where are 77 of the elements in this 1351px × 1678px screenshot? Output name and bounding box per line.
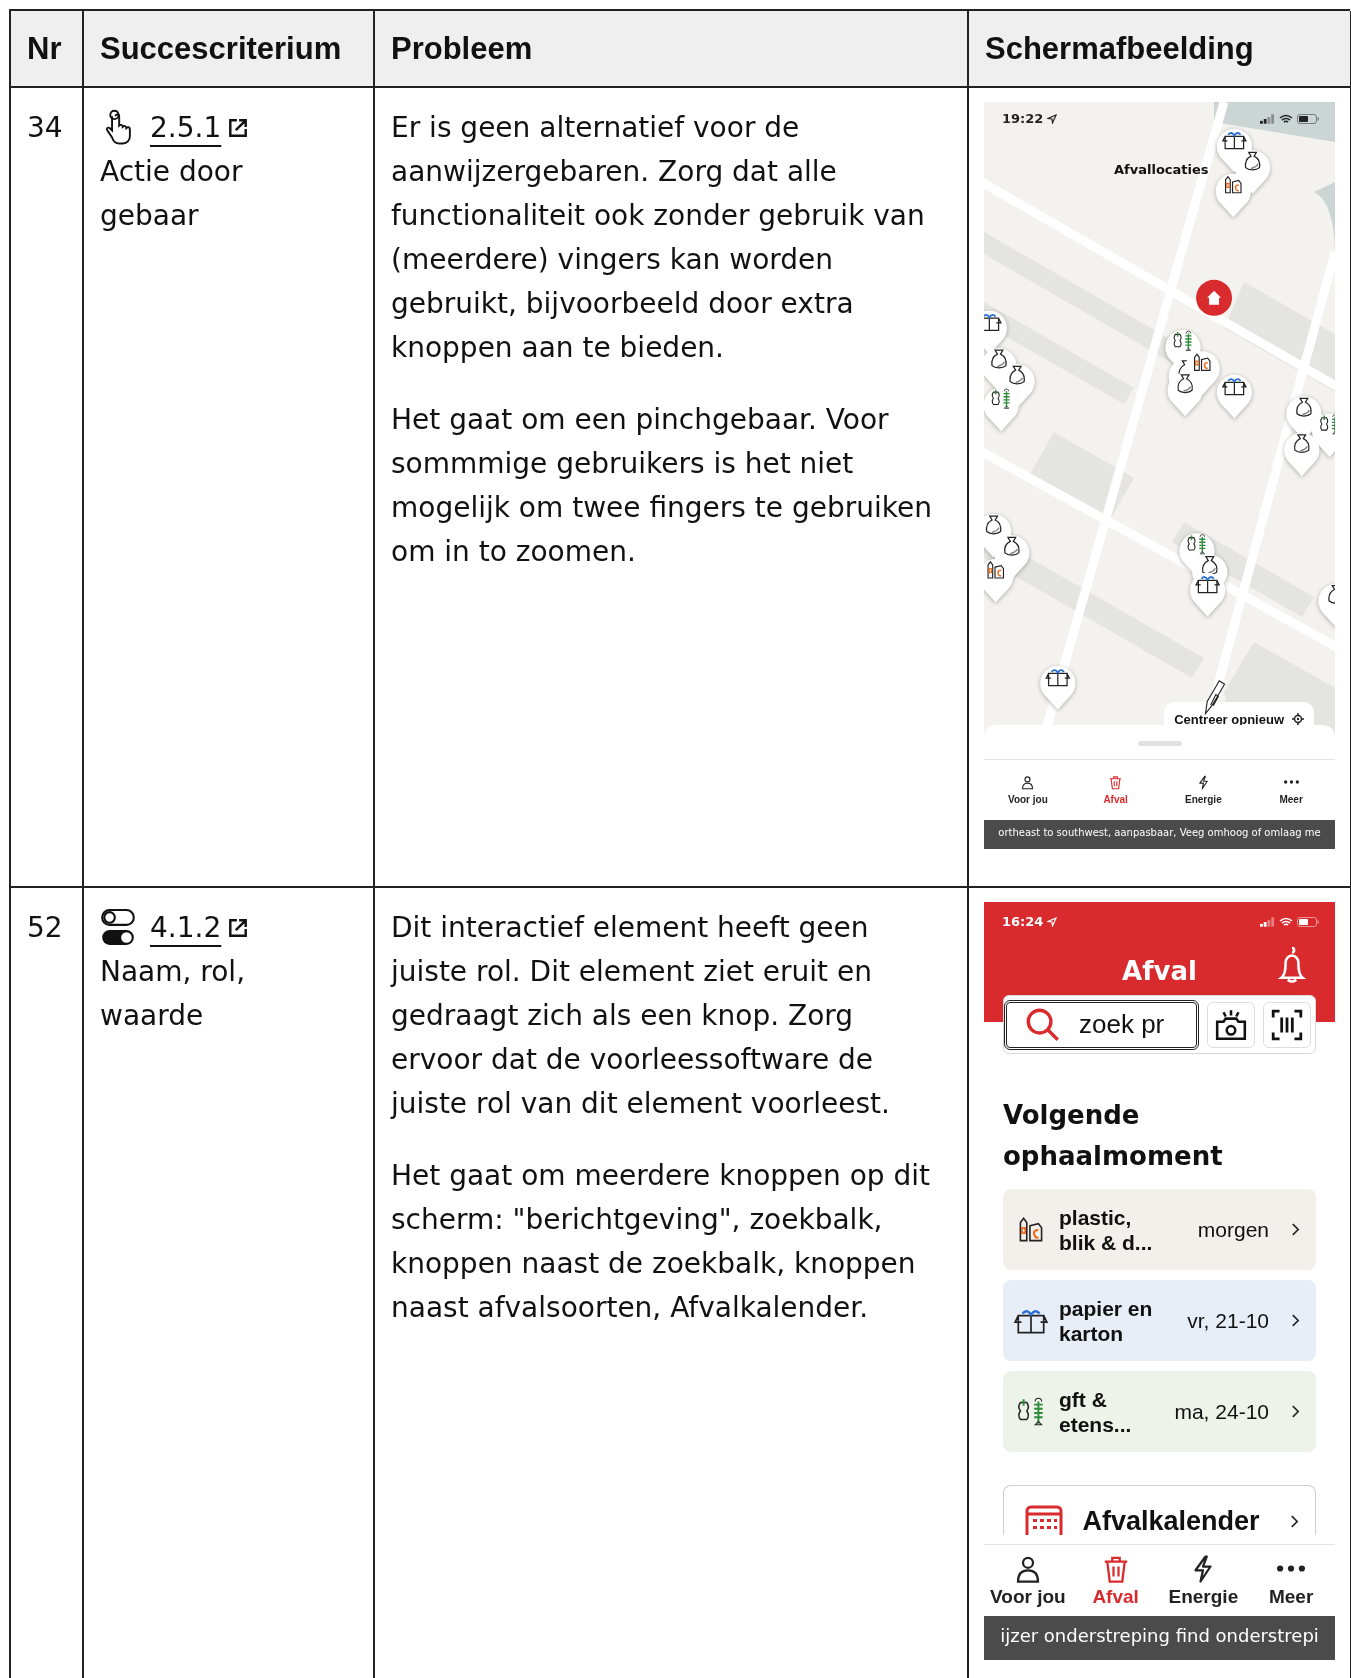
- map-pin-cluster[interactable]: [1179, 533, 1228, 617]
- location-arrow-icon: [1047, 114, 1058, 124]
- map-pin-cluster[interactable]: [1165, 329, 1252, 419]
- sheet-handle[interactable]: [1137, 741, 1182, 746]
- pointer-icon: [1202, 679, 1228, 717]
- wifi-icon: [1279, 917, 1293, 927]
- map-pin-cluster[interactable]: [984, 310, 1035, 432]
- camera-icon: [1214, 1007, 1248, 1042]
- column-header: Probleem: [375, 11, 969, 88]
- collection-date: morgen: [1196, 1217, 1269, 1242]
- collection-card[interactable]: plastic, blik & d... morgen: [1003, 1189, 1316, 1270]
- external-link-icon: [227, 917, 250, 939]
- column-header: Succescriterium: [84, 11, 375, 88]
- status-time: 19:22: [1002, 110, 1044, 128]
- search-icon: [1026, 1007, 1060, 1042]
- tab[interactable]: Energie: [1159, 1545, 1248, 1616]
- chevron-icon: [1291, 1404, 1300, 1419]
- map-pin[interactable]: [1318, 583, 1335, 628]
- row-number: 34: [27, 110, 64, 146]
- target-icon: [1292, 713, 1304, 725]
- more-icon: [1277, 1564, 1306, 1572]
- chevron-icon: [1290, 1514, 1299, 1529]
- tab[interactable]: Afval: [1071, 760, 1160, 820]
- battery-icon: [1297, 114, 1319, 124]
- caption-text: ijzer onderstreping find onderstrepi: [1000, 1624, 1319, 1648]
- criterion-link[interactable]: 2.5.1: [150, 106, 250, 150]
- screen-title: Afval: [1122, 955, 1197, 988]
- tab[interactable]: Afval: [1071, 1545, 1160, 1616]
- toggle-switch-icon: [100, 909, 136, 947]
- person-icon: [1020, 775, 1036, 790]
- battery-icon: [1297, 917, 1319, 927]
- barcode-scan-button[interactable]: [1263, 1001, 1311, 1048]
- chevron-icon: [1291, 1222, 1300, 1237]
- status-time: 16:24: [1002, 913, 1044, 931]
- tab[interactable]: Meer: [1247, 760, 1335, 820]
- calendar-link[interactable]: Afvalkalender: [1003, 1485, 1316, 1535]
- screen-title: Afvallocaties: [1114, 161, 1209, 179]
- bell-icon[interactable]: [1275, 945, 1309, 985]
- criterion-name: Actie door gebaar: [100, 154, 244, 234]
- criterion-name: Naam, rol, waarde: [100, 954, 247, 1034]
- wifi-icon: [1279, 114, 1293, 124]
- chevron-icon: [1291, 1313, 1300, 1328]
- home-marker[interactable]: [1196, 279, 1233, 316]
- waste-type-name: papier en karton: [1059, 1295, 1154, 1346]
- problem-text: Het gaat om meerdere knoppen op dit scherm: "berichtgeving", zoekbalk, knoppen naast de zoekbalk, knoppen naast afvalsoorten, Afvalkalender.: [391, 1158, 932, 1326]
- row-number: 52: [27, 910, 64, 946]
- camera-button[interactable]: [1207, 1001, 1255, 1048]
- tab[interactable]: Meer: [1247, 1545, 1335, 1616]
- signal-icon: [1260, 917, 1275, 927]
- collection-date: ma, 24-10: [1174, 1399, 1269, 1424]
- tab[interactable]: Energie: [1159, 760, 1248, 820]
- problem-text: Er is geen alternatief voor de aanwijzergebaren. Zorg dat alle functionaliteit ook zonder gebruik van (meerdere) vingers kan worden gebruikt, bijvoorbeeld door extra knoppen aan te bieden.: [391, 110, 926, 366]
- section-heading: Volgende ophaalmoment: [1003, 1099, 1223, 1173]
- signal-icon: [1260, 114, 1275, 124]
- waste-type-name: plastic, blik & d...: [1059, 1204, 1154, 1255]
- criterion-link[interactable]: 4.1.2: [150, 906, 250, 950]
- collection-date: vr, 21-10: [1186, 1308, 1269, 1333]
- problem-text: Dit interactief element heeft geen juiste rol. Dit element ziet eruit en gedraagt zich als een knop. Zorg ervoor dat de voorleessoftware de juiste rol van dit element voorleest.: [391, 910, 891, 1122]
- map-pin-cluster[interactable]: [984, 514, 1030, 603]
- collection-card[interactable]: gft & etens... ma, 24-10: [1003, 1371, 1316, 1452]
- search-field[interactable]: zoek pr: [1004, 999, 1199, 1050]
- waste-type-name: gft & etens...: [1059, 1386, 1133, 1437]
- column-header: Nr: [11, 11, 84, 88]
- more-icon: [1283, 780, 1299, 784]
- caption-text: ortheast to southwest, aanpasbaar, Veeg omhoog of omlaag me: [998, 826, 1321, 840]
- tab[interactable]: Voor jou: [984, 1545, 1072, 1616]
- collection-card[interactable]: papier en karton vr, 21-10: [1003, 1280, 1316, 1361]
- external-link-icon: [227, 117, 250, 139]
- map-pin-cluster[interactable]: [1284, 396, 1335, 477]
- column-header: Schermafbeelding: [969, 11, 1351, 88]
- map-pin[interactable]: [1040, 665, 1076, 710]
- problem-text: Het gaat om een pinchgebaar. Voor sommmige gebruikers is het niet mogelijk om twee fingers te gebruiken om in to zoomen.: [391, 402, 933, 570]
- map-pin-cluster[interactable]: [1215, 128, 1271, 218]
- trash-icon: [1108, 775, 1124, 790]
- barcode-icon: [1270, 1007, 1304, 1042]
- location-arrow-icon: [1047, 917, 1058, 927]
- tab[interactable]: Voor jou: [984, 760, 1072, 820]
